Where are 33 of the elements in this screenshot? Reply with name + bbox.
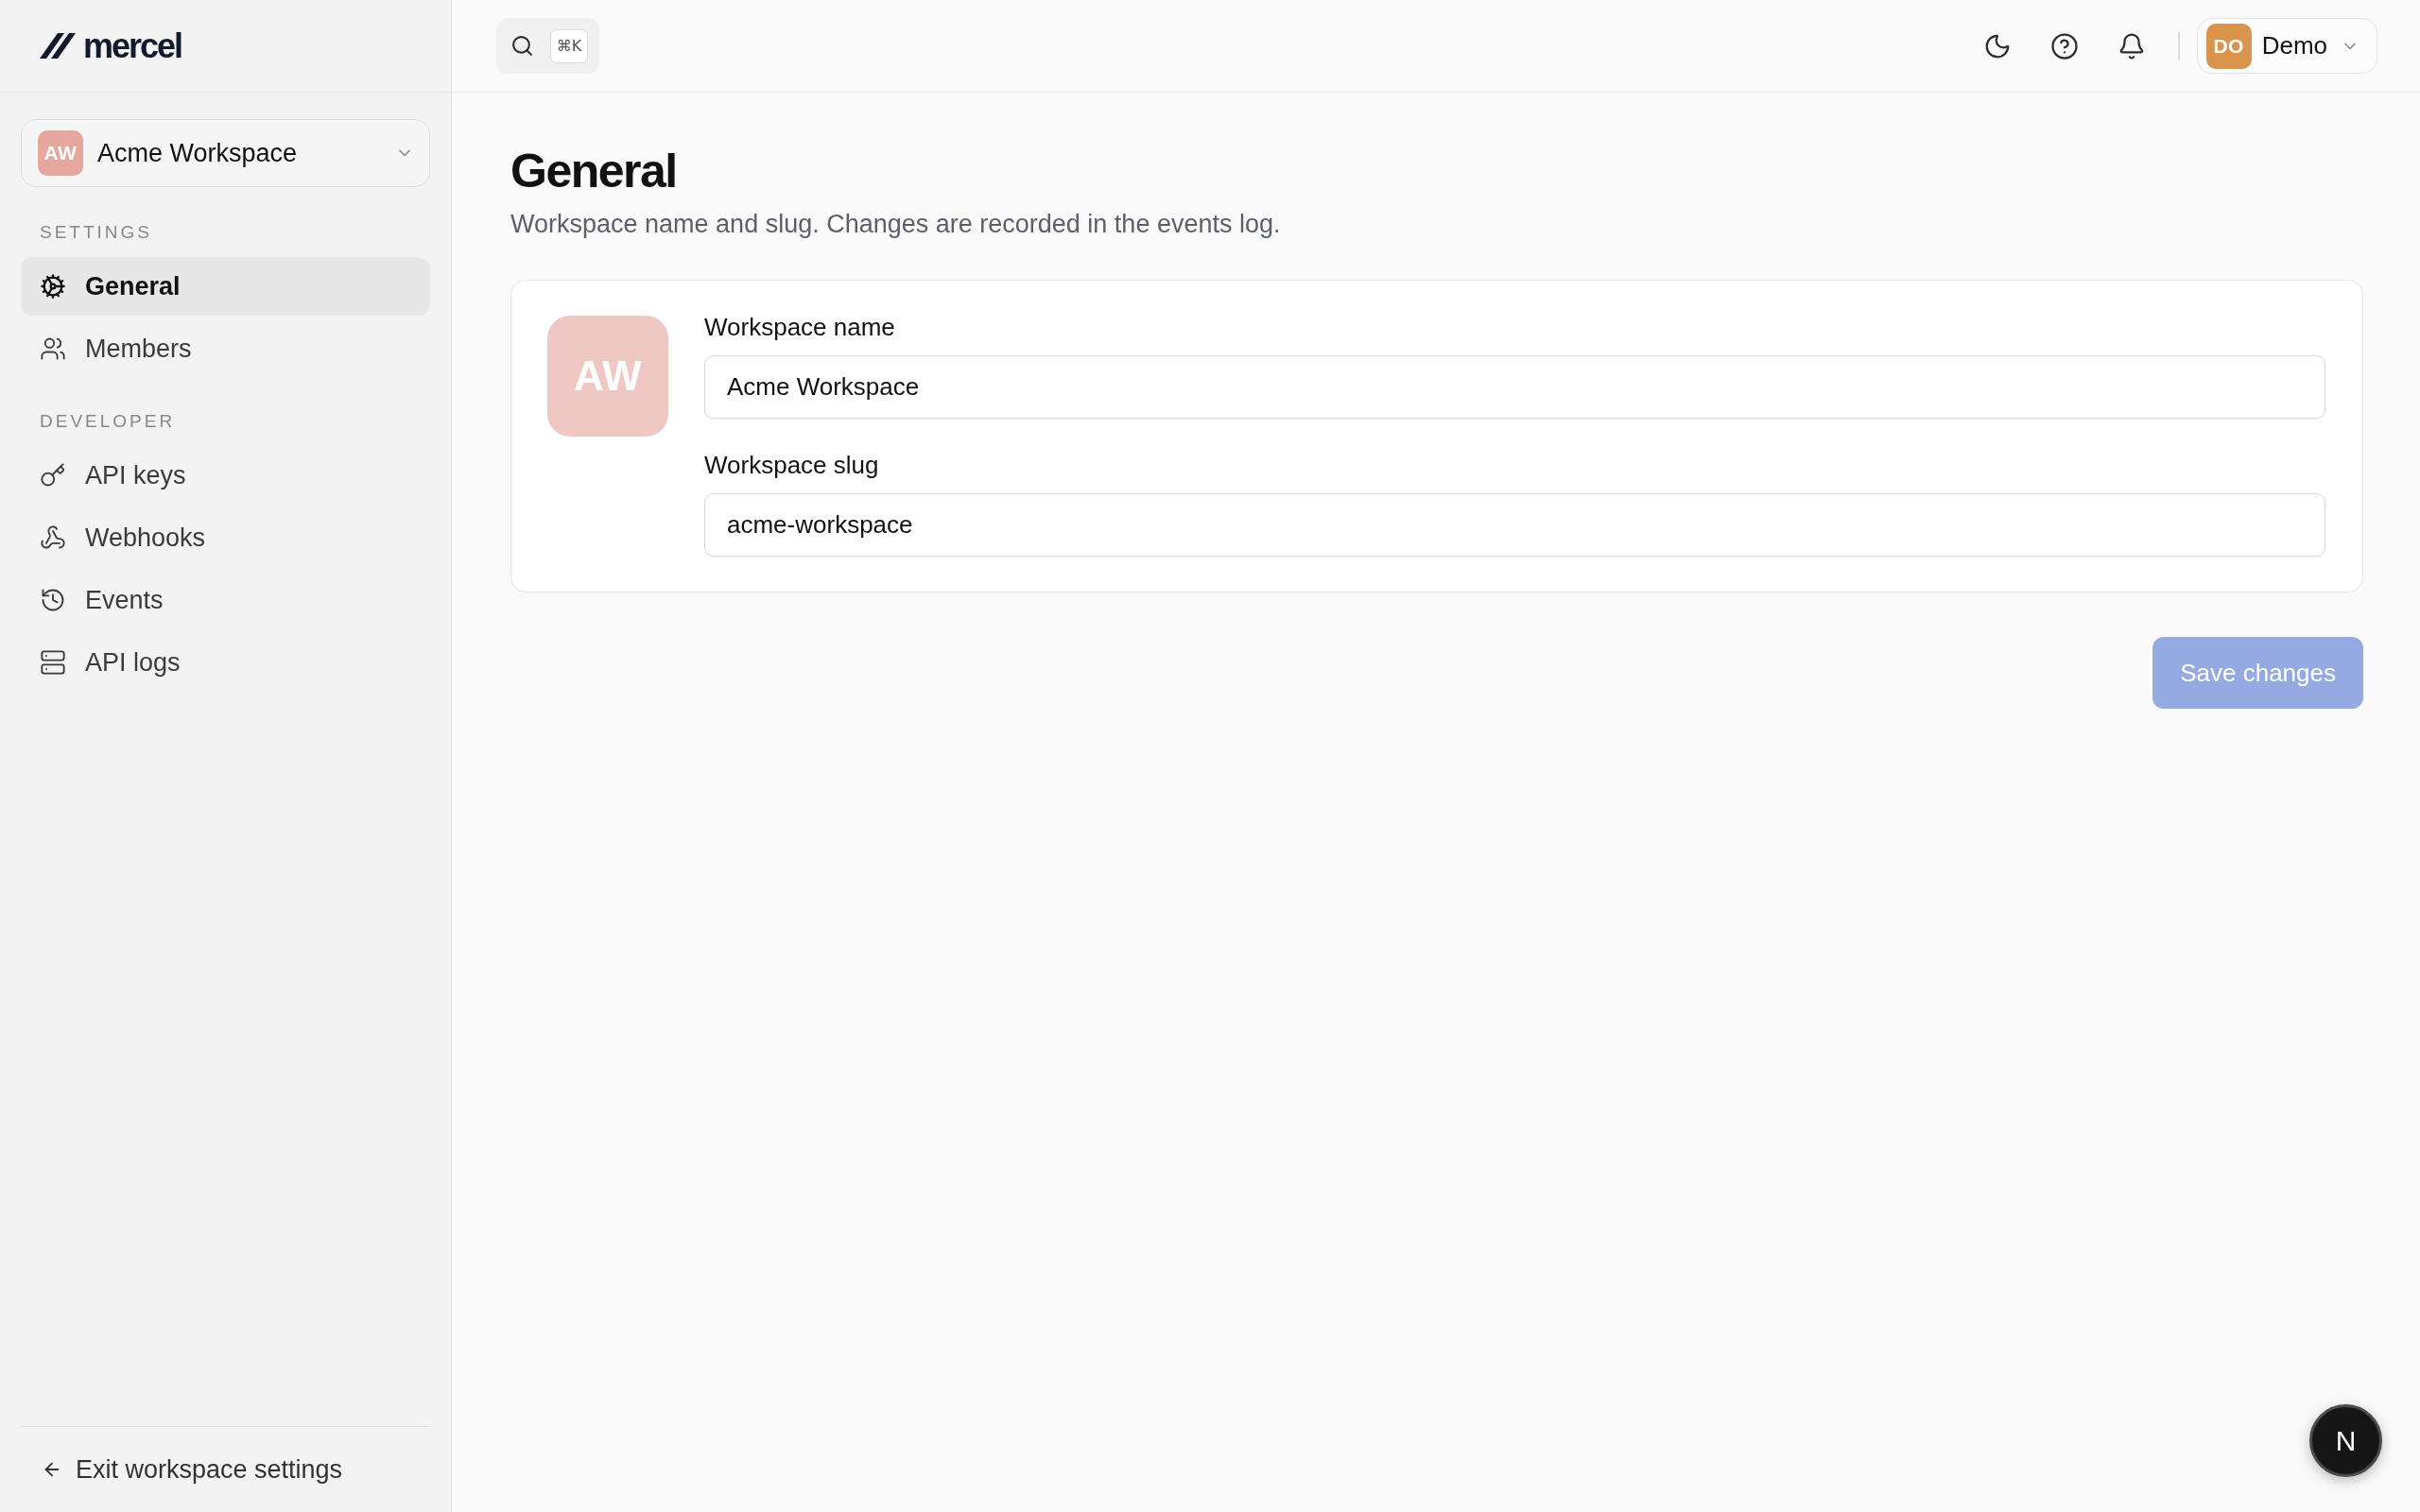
search-icon [510, 34, 534, 58]
sidebar-item[interactable]: Members [21, 319, 430, 378]
sidebar-item[interactable]: API keys [21, 446, 430, 505]
sidebar-item[interactable]: Events [21, 571, 430, 629]
workspace-avatar: AW [547, 316, 668, 437]
gear-icon [40, 273, 66, 300]
user-menu-button[interactable]: DO Demo [2196, 18, 2377, 74]
sidebar-item[interactable]: Webhooks [21, 508, 430, 567]
text-field[interactable]: acme-workspace [704, 493, 2325, 557]
workspace-switcher[interactable]: AW Acme Workspace [21, 119, 430, 187]
server-icon [40, 649, 66, 676]
field-label: Workspace slug [704, 450, 879, 480]
webhook-icon [40, 524, 66, 551]
exit-settings-link[interactable]: Exit workspace settings [42, 1447, 343, 1492]
workspace-avatar: AW [38, 130, 83, 176]
brand-name: mercel [83, 28, 182, 63]
page-subtitle: Workspace name and slug. Changes are recorded in the events log. [510, 209, 1281, 240]
dev-indicator-button[interactable]: N [2309, 1404, 2382, 1477]
user-avatar: DO [2205, 23, 2252, 69]
field-label: Workspace name [704, 312, 895, 342]
text-field[interactable]: Acme Workspace [704, 355, 2325, 419]
page-title: General [510, 144, 677, 199]
sidebar-item[interactable]: General [21, 257, 430, 316]
section-heading: SETTINGS [40, 221, 152, 244]
slashes-icon [40, 33, 76, 59]
shortcut-hint: ⌘K [550, 28, 588, 63]
key-icon [40, 462, 66, 489]
section-heading: DEVELOPER [40, 410, 176, 433]
history-icon [40, 587, 66, 613]
users-icon [40, 335, 66, 362]
sidebar-item[interactable]: API logs [21, 633, 430, 692]
search-button[interactable]: ⌘K [496, 18, 599, 74]
help-icon[interactable] [2050, 31, 2080, 60]
